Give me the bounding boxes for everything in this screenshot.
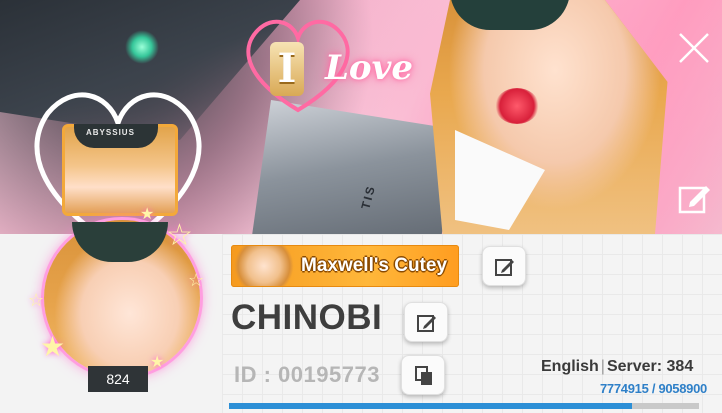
mini-hat-text: ABYSSIUS [86, 128, 135, 137]
server-label: Server: 384 [606, 358, 694, 375]
title-badge: Maxwell's Cutey [231, 245, 459, 287]
exp-progress-fill [229, 403, 633, 409]
weapon-illustration [250, 100, 460, 234]
edit-nickname-button[interactable] [404, 302, 448, 342]
exp-progress-text: 7774915 / 9058900 [600, 381, 707, 396]
star-icon: ★ [140, 206, 155, 223]
star-icon: ★ [150, 354, 165, 371]
star-icon: ☆ [166, 219, 193, 252]
avatar-level-badge: 824 [88, 366, 148, 392]
pencil-edit-icon [495, 259, 514, 276]
language-label: English [541, 358, 599, 375]
close-icon[interactable] [676, 30, 712, 66]
title-badge-chibi [233, 246, 295, 286]
copy-icon [415, 366, 432, 385]
mecha-glow [125, 30, 159, 64]
pencil-edit-icon [417, 315, 436, 332]
star-icon: ☆ [28, 290, 45, 310]
player-nickname: CHINOBI [231, 298, 383, 337]
edit-banner-icon[interactable] [676, 180, 712, 216]
language-server-info: English | Server: 384 [541, 358, 693, 376]
exp-progress-bar [229, 403, 699, 409]
player-id: ID : 00195773 [234, 362, 380, 387]
separator: | [600, 358, 605, 375]
love-letter-i: I [270, 42, 304, 96]
kiss-mark [495, 88, 539, 124]
edit-title-button[interactable] [482, 246, 526, 286]
star-icon: ★ [40, 331, 66, 362]
copy-id-button[interactable] [401, 355, 445, 395]
star-icon: ☆ [188, 270, 205, 290]
title-badge-text: Maxwell's Cutey [301, 255, 448, 276]
love-word: Love [325, 48, 413, 88]
